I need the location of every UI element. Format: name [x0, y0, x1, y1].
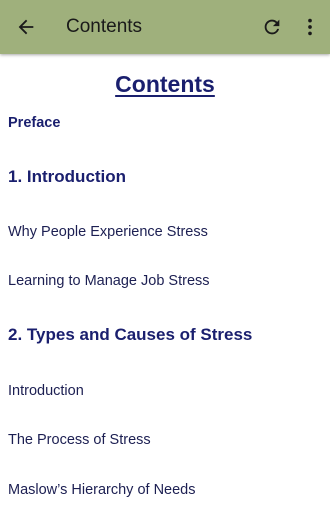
back-button[interactable] [12, 13, 40, 41]
app-bar-title: Contents [66, 16, 143, 37]
refresh-icon [264, 19, 280, 35]
toc-section-why-people[interactable]: Why People Experience Stress [8, 224, 208, 240]
contents-page: Contents Preface 1. Introduction Why Peo… [0, 54, 330, 512]
toc-chapter-1[interactable]: 1. Introduction [8, 167, 126, 187]
toc-section-manage-job-stress[interactable]: Learning to Manage Job Stress [8, 273, 210, 289]
toc-section-maslow[interactable]: Maslow’s Hierarchy of Needs [8, 482, 196, 498]
arrow-left-icon [18, 19, 34, 35]
toc-chapter-2[interactable]: 2. Types and Causes of Stress [8, 325, 252, 345]
toc-section-introduction[interactable]: Introduction [8, 383, 84, 399]
toc-section-process-of-stress[interactable]: The Process of Stress [8, 432, 151, 448]
toc-preface[interactable]: Preface [8, 115, 60, 131]
app-bar: Contents [0, 0, 330, 54]
more-vert-icon [308, 18, 312, 36]
document-title: Contents [115, 71, 215, 97]
more-options-button[interactable] [298, 13, 322, 41]
refresh-button[interactable] [258, 13, 286, 41]
